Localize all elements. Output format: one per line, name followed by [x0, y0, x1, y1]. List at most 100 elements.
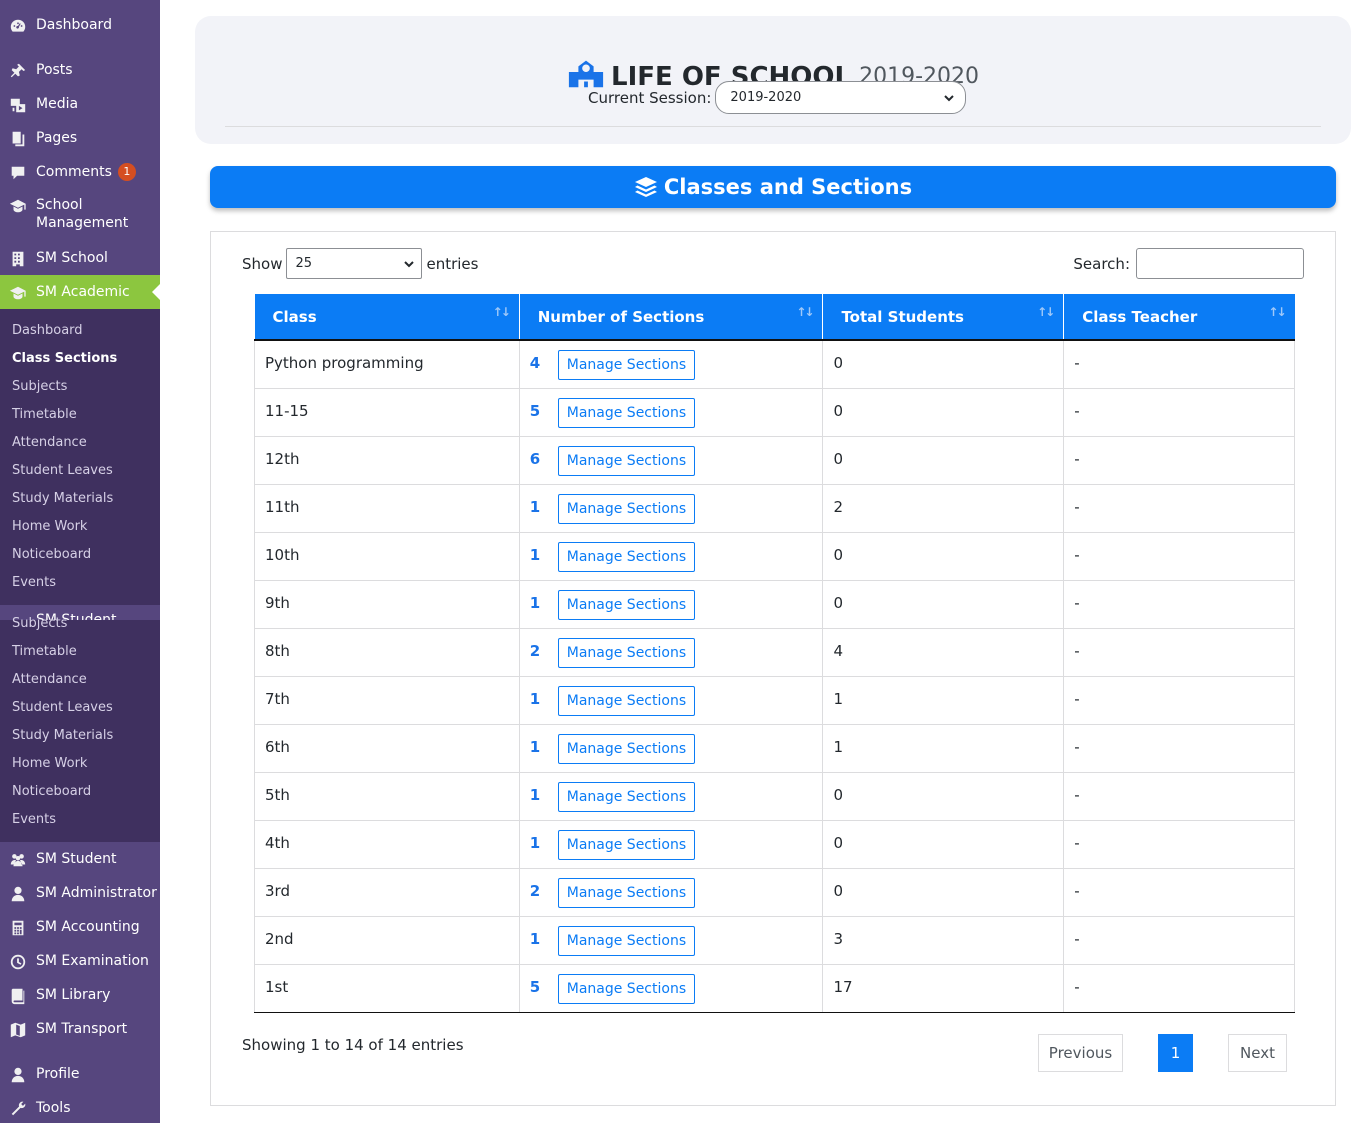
sidebar-item-sm-library[interactable]: SM Library	[0, 978, 160, 1012]
sections-cell-content: 1 Manage Sections	[530, 493, 813, 524]
sidebar-item-school-management[interactable]: School Management	[0, 189, 160, 239]
submenu-item-noticeboard[interactable]: Noticeboard	[12, 784, 91, 800]
column-header-teacher[interactable]: Class Teacher ↑↓	[1063, 294, 1295, 341]
menu-item-label: SM Accounting	[36, 919, 140, 935]
sidebar-item-sm-accounting[interactable]: SM Accounting	[0, 910, 160, 944]
section-count-link[interactable]: 2	[530, 642, 558, 660]
sidebar-item-sm-academic[interactable]: SM Academic	[0, 275, 160, 309]
manage-sections-button[interactable]: Manage Sections	[557, 589, 696, 620]
submenu-item-subjects[interactable]: Subjects	[12, 379, 67, 395]
submenu-item-study-materials[interactable]: Study Materials	[12, 491, 113, 507]
column-header-students[interactable]: Total Students ↑↓	[822, 294, 1064, 341]
submenu-item-home-work[interactable]: Home Work	[12, 756, 87, 772]
submenu-item-events[interactable]: Events	[12, 575, 56, 591]
sidebar-item-media[interactable]: Media	[0, 87, 160, 121]
total-students-cell: 0	[822, 340, 1064, 388]
admin-sidebar: Dashboard Posts Media Pages Comments 1 School …	[0, 0, 160, 1123]
table-row: Python programming 4 Manage Sections 0-	[254, 340, 1295, 388]
pages-icon	[8, 129, 28, 149]
menu-item-label: Dashboard	[36, 17, 112, 33]
sections-cell-content: 6 Manage Sections	[530, 445, 813, 476]
column-header-class[interactable]: Class ↑↓	[254, 294, 520, 341]
section-count-link[interactable]: 5	[530, 402, 558, 420]
session-row: Current Session: 2019-2020	[588, 81, 967, 114]
menu-item-label: SM Academic	[36, 284, 130, 300]
classes-table: Class ↑↓ Number of Sections ↑↓ Total Stude…	[254, 294, 1295, 1013]
sidebar-item-dashboard[interactable]: Dashboard	[0, 8, 160, 42]
show-label: Show	[242, 254, 283, 273]
session-select[interactable]: 2019-2020	[715, 81, 967, 114]
sidebar-item-sm-student[interactable]: SM Student	[0, 842, 160, 876]
manage-sections-button[interactable]: Manage Sections	[557, 781, 696, 812]
sidebar-item-sm-examination[interactable]: SM Examination	[0, 944, 160, 978]
user-icon	[8, 1065, 28, 1085]
section-count-link[interactable]: 1	[530, 834, 558, 852]
submenu-item-events[interactable]: Events	[12, 812, 56, 828]
section-count-link[interactable]: 1	[530, 786, 558, 804]
section-count-link[interactable]: 4	[530, 354, 558, 372]
column-header-sections[interactable]: Number of Sections ↑↓	[518, 294, 823, 341]
sidebar-item-tools[interactable]: Tools	[0, 1091, 160, 1123]
submenu-item-subjects[interactable]: Subjects	[12, 616, 67, 632]
sidebar-item-sm-transport[interactable]: SM Transport	[0, 1012, 160, 1046]
menu-item-label: Comments	[36, 164, 112, 180]
class-teacher-cell: -	[1063, 867, 1295, 916]
sections-cell-content: 2 Manage Sections	[530, 877, 813, 908]
submenu-item-home-work[interactable]: Home Work	[12, 519, 87, 535]
sections-cell: 5 Manage Sections	[518, 387, 823, 436]
submenu-item-noticeboard[interactable]: Noticeboard	[12, 547, 91, 563]
sections-cell-content: 4 Manage Sections	[530, 350, 813, 380]
page-1-button[interactable]: 1	[1158, 1034, 1193, 1072]
submenu-item-student-leaves[interactable]: Student Leaves	[12, 463, 113, 479]
sidebar-item-comments[interactable]: Comments 1	[0, 155, 160, 189]
search-input[interactable]	[1136, 248, 1304, 279]
table-row: 9th 1 Manage Sections 0-	[254, 579, 1295, 628]
total-students-cell: 0	[822, 819, 1064, 868]
manage-sections-button[interactable]: Manage Sections	[557, 925, 696, 956]
manage-sections-button[interactable]: Manage Sections	[557, 685, 696, 716]
sections-cell-content: 1 Manage Sections	[530, 781, 813, 812]
section-count-link[interactable]: 5	[530, 978, 558, 996]
previous-button[interactable]: Previous	[1038, 1034, 1123, 1072]
manage-sections-button[interactable]: Manage Sections	[557, 973, 696, 1004]
next-button[interactable]: Next	[1228, 1034, 1287, 1072]
submenu-item-class-sections[interactable]: Class Sections	[12, 351, 117, 367]
manage-sections-button[interactable]: Manage Sections	[557, 541, 696, 572]
manage-sections-button[interactable]: Manage Sections	[557, 637, 696, 668]
submenu-item-attendance[interactable]: Attendance	[12, 435, 87, 451]
manage-sections-button[interactable]: Manage Sections	[557, 350, 696, 380]
section-count-link[interactable]: 1	[530, 930, 558, 948]
manage-sections-button[interactable]: Manage Sections	[557, 493, 696, 524]
total-students-cell: 0	[822, 579, 1064, 628]
submenu-item-dashboard[interactable]: Dashboard	[12, 323, 83, 339]
entries-length-select[interactable]: 25	[286, 248, 423, 279]
section-count-link[interactable]: 1	[530, 498, 558, 516]
sort-icon: ↑↓	[492, 305, 511, 319]
section-count-link[interactable]: 1	[530, 546, 558, 564]
sidebar-item-profile[interactable]: Profile	[0, 1057, 160, 1091]
submenu-item-study-materials[interactable]: Study Materials	[12, 728, 113, 744]
section-count-link[interactable]: 1	[530, 690, 558, 708]
section-count-link[interactable]: 1	[530, 738, 558, 756]
section-count-link[interactable]: 6	[530, 450, 558, 468]
submenu-item-attendance[interactable]: Attendance	[12, 672, 87, 688]
table-row: 4th 1 Manage Sections 0-	[254, 819, 1295, 868]
submenu-item-timetable[interactable]: Timetable	[12, 644, 77, 660]
manage-sections-button[interactable]: Manage Sections	[557, 877, 696, 908]
sidebar-item-sm-administrator[interactable]: SM Administrator	[0, 876, 160, 910]
manage-sections-button[interactable]: Manage Sections	[557, 445, 696, 476]
menu-item-label: Posts	[36, 62, 73, 78]
class-teacher-cell: -	[1063, 723, 1295, 772]
section-count-link[interactable]: 1	[530, 594, 558, 612]
submenu-item-timetable[interactable]: Timetable	[12, 407, 77, 423]
section-count-link[interactable]: 2	[530, 882, 558, 900]
sidebar-item-pages[interactable]: Pages	[0, 121, 160, 155]
manage-sections-button[interactable]: Manage Sections	[557, 829, 696, 860]
sidebar-item-sm-school[interactable]: SM School	[0, 241, 160, 275]
sections-cell: 1 Manage Sections	[518, 675, 823, 724]
sidebar-item-posts[interactable]: Posts	[0, 53, 160, 87]
manage-sections-button[interactable]: Manage Sections	[557, 397, 696, 428]
sections-cell: 6 Manage Sections	[518, 435, 823, 484]
submenu-item-student-leaves[interactable]: Student Leaves	[12, 700, 113, 716]
manage-sections-button[interactable]: Manage Sections	[557, 733, 696, 764]
